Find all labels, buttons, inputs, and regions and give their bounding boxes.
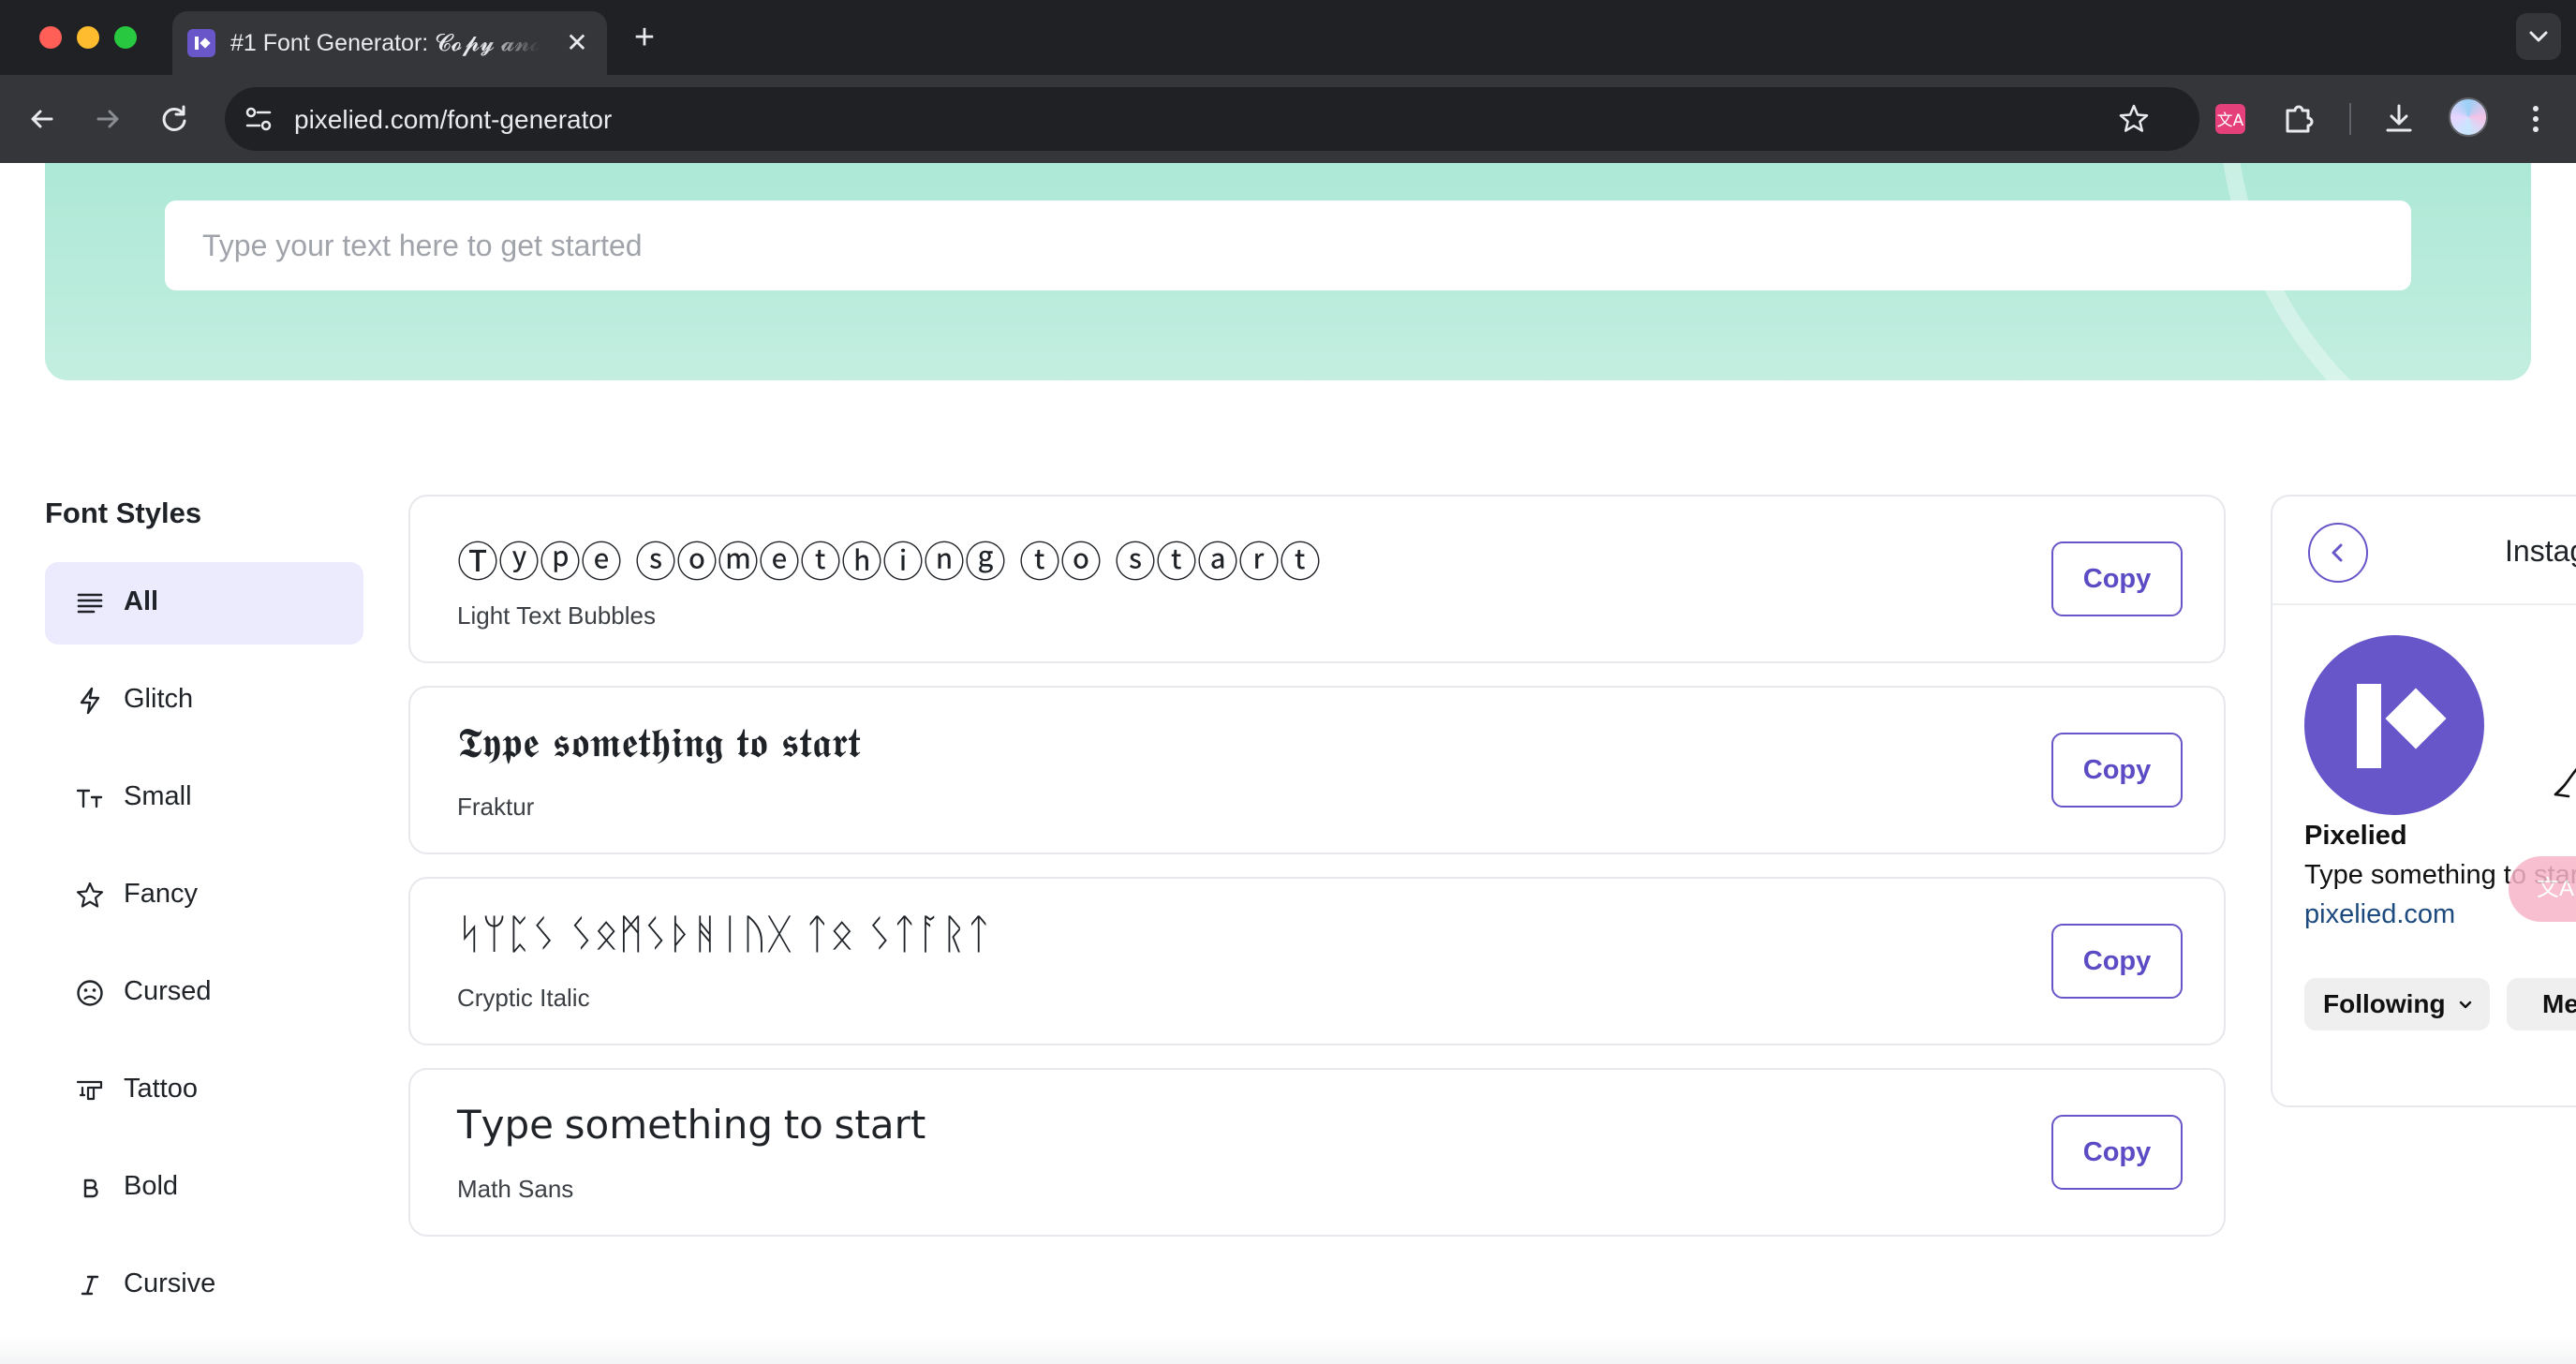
copy-button[interactable]: Copy	[2051, 541, 2183, 616]
sidebar-item-label: Small	[124, 781, 192, 811]
sidebar-item-label: Glitch	[124, 684, 194, 714]
copy-button[interactable]: Copy	[2051, 924, 2183, 999]
text-input[interactable]	[165, 200, 2411, 290]
extensions-button[interactable]	[2278, 97, 2321, 141]
sidebar-item-bold[interactable]: Bold	[45, 1147, 363, 1229]
back-button[interactable]	[21, 97, 64, 141]
zoom-window-button[interactable]	[114, 26, 137, 49]
font-name: Math Sans	[457, 1175, 574, 1203]
font-sample[interactable]: 𝕿𝖞𝖕𝖊 𝖘𝖔𝖒𝖊𝖙𝖍𝖎𝖓𝖌 𝖙𝖔 𝖘𝖙𝖆𝖗𝖙	[457, 719, 860, 767]
social-preview-panel: Instagram Pixelied Type something to sta…	[2271, 495, 2576, 1107]
font-sample[interactable]: Ⓣⓨⓟⓔ ⓢⓞⓜⓔⓣⓗⓘⓝⓖ ⓣⓞ ⓢⓣⓐⓡⓣ	[457, 528, 1321, 588]
profile-link[interactable]: pixelied.com	[2304, 899, 2455, 930]
reload-icon	[162, 105, 186, 131]
font-card: ᛋᛘᛈᛊ ᛊᛟᛗᛊᚦᚻᛁᚢᚷ ᛏᛟ ᛊᛏᚪᚱᛏ Cryptic Italic C…	[408, 877, 2226, 1045]
copy-button[interactable]: Copy	[2051, 1115, 2183, 1190]
star-icon	[76, 882, 104, 908]
copy-button[interactable]: Copy	[2051, 733, 2183, 808]
translate-bubble[interactable]: 文A	[2509, 856, 2576, 922]
font-card: 𝕿𝖞𝖕𝖊 𝖘𝖔𝖒𝖊𝖙𝖍𝖎𝖓𝖌 𝖙𝖔 𝖘𝖙𝖆𝖗𝖙 Fraktur Copy	[408, 686, 2226, 854]
new-tab-button[interactable]: +	[626, 19, 663, 56]
sidebar-item-tattoo[interactable]: Tattoo	[45, 1049, 363, 1132]
sidebar-item-label: Tattoo	[124, 1074, 198, 1104]
bookmark-star-icon[interactable]	[2117, 102, 2151, 136]
address-bar[interactable]: pixelied.com/font-generator	[225, 87, 2199, 151]
font-styles-heading: Font Styles	[45, 497, 202, 529]
font-sample[interactable]: ᛋᛘᛈᛊ ᛊᛟᛗᛊᚦᚻᛁᚢᚷ ᛏᛟ ᛊᛏᚪᚱᛏ	[457, 911, 991, 958]
chevron-down-icon	[2459, 1001, 2472, 1009]
sidebar-item-all[interactable]: All	[45, 562, 363, 645]
downloads-button[interactable]	[2377, 97, 2421, 141]
small-text-icon	[76, 789, 103, 808]
following-button[interactable]: Following	[2304, 978, 2490, 1030]
tab-close-button[interactable]: ✕	[562, 28, 592, 58]
page-content: Font Styles All Glitch Small Fancy Curse…	[0, 163, 2576, 1364]
chevron-down-icon	[2529, 31, 2548, 42]
kebab-menu-icon	[2533, 106, 2539, 132]
preview-prev-button[interactable]	[2308, 523, 2368, 583]
sidebar-item-label: Cursed	[124, 976, 212, 1006]
bottom-fade	[0, 1336, 2576, 1364]
font-name: Fraktur	[457, 793, 535, 821]
preview-header: Instagram	[2273, 497, 2576, 605]
sidebar-item-glitch[interactable]: Glitch	[45, 660, 363, 742]
profile-name: Pixelied	[2304, 821, 2407, 851]
sidebar-item-label: All	[124, 586, 159, 616]
svg-text:文A: 文A	[2217, 111, 2244, 130]
sidebar-item-cursed[interactable]: Cursed	[45, 952, 363, 1034]
following-label: Following	[2323, 989, 2446, 1018]
sad-face-icon	[77, 980, 103, 1006]
minimize-window-button[interactable]	[77, 26, 99, 49]
bold-b-icon	[83, 1179, 98, 1198]
forward-button[interactable]	[86, 97, 129, 141]
url-text[interactable]: pixelied.com/font-generator	[294, 105, 612, 135]
pixelied-logo-avatar	[2304, 635, 2484, 815]
pixelied-favicon-icon	[187, 29, 215, 57]
font-name: Cryptic Italic	[457, 984, 590, 1012]
puzzle-icon	[2286, 105, 2314, 133]
hero-banner	[45, 163, 2531, 380]
tab-strip: #1 Font Generator: 𝓒𝓸𝓹𝔂 𝓪𝓷𝓭 𝓟𝓪𝓼𝓽𝓮 ✕ +	[0, 0, 2576, 75]
translate-icon: 文A	[2215, 104, 2245, 134]
arrow-right-icon	[96, 110, 119, 128]
tattoo-gun-icon	[76, 1080, 103, 1101]
sidebar-item-label: Bold	[124, 1171, 179, 1201]
lightning-icon	[80, 687, 100, 715]
tab-title: #1 Font Generator: 𝓒𝓸𝓹𝔂 𝓪𝓷𝓭 𝓟𝓪𝓼𝓽𝓮	[230, 30, 540, 58]
sidebar-item-label: Cursive	[124, 1268, 216, 1298]
preview-title: Instagram	[2505, 534, 2576, 568]
tab-search-button[interactable]	[2516, 13, 2561, 60]
font-sample[interactable]: 𝖳𝗒𝗉𝖾 𝗌𝗈𝗆𝖾𝗍𝗁𝗂𝗇𝗀 𝗍𝗈 𝗌𝗍𝖺𝗋𝗍	[457, 1102, 925, 1148]
font-card: Ⓣⓨⓟⓔ ⓢⓞⓜⓔⓣⓗⓘⓝⓖ ⓣⓞ ⓢⓣⓐⓡⓣ Light Text Bubbl…	[408, 495, 2226, 663]
sidebar-item-label: Fancy	[124, 879, 198, 909]
message-button[interactable]: Message	[2507, 978, 2576, 1030]
download-icon	[2386, 104, 2412, 132]
curly-arrow-icon	[2554, 767, 2576, 798]
toolbar-divider	[2349, 103, 2351, 135]
sidebar-item-small[interactable]: Small	[45, 757, 363, 839]
chevron-left-icon	[2332, 543, 2343, 562]
sidebar-item-fancy[interactable]: Fancy	[45, 854, 363, 937]
close-window-button[interactable]	[39, 26, 62, 49]
translate-extension-button[interactable]: 文A	[2209, 97, 2252, 141]
sidebar-item-cursive[interactable]: Cursive	[45, 1244, 363, 1327]
browser-tab-active[interactable]: #1 Font Generator: 𝓒𝓸𝓹𝔂 𝓪𝓷𝓭 𝓟𝓪𝓼𝓽𝓮 ✕	[172, 11, 607, 75]
italic-i-icon	[81, 1275, 99, 1296]
browser-menu-button[interactable]	[2514, 97, 2557, 141]
site-settings-icon[interactable]	[242, 102, 275, 136]
browser-chrome: #1 Font Generator: 𝓒𝓸𝓹𝔂 𝓪𝓷𝓭 𝓟𝓪𝓼𝓽𝓮 ✕ +	[0, 0, 2576, 163]
lines-icon	[77, 593, 103, 614]
reload-button[interactable]	[154, 97, 197, 141]
arrow-left-icon	[31, 110, 53, 128]
font-name: Light Text Bubbles	[457, 601, 656, 630]
font-card: 𝖳𝗒𝗉𝖾 𝗌𝗈𝗆𝖾𝗍𝗁𝗂𝗇𝗀 𝗍𝗈 𝗌𝗍𝖺𝗋𝗍 Math Sans Copy	[408, 1068, 2226, 1237]
browser-toolbar: pixelied.com/font-generator 文A	[0, 75, 2576, 163]
profile-avatar[interactable]	[2449, 97, 2488, 137]
